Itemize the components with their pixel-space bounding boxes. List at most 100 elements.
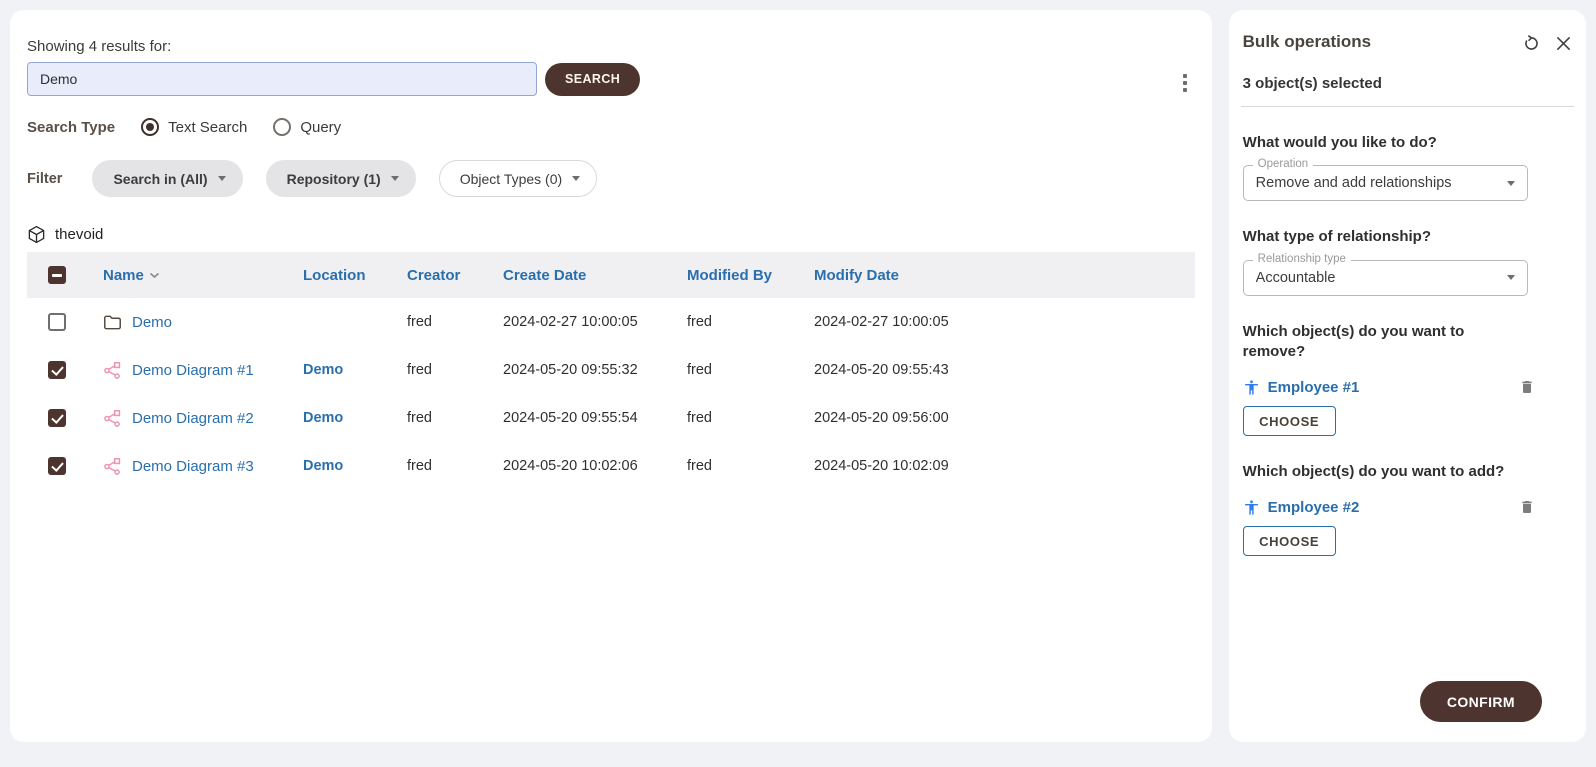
create-date-cell: 2024-05-20 09:55:54 <box>503 410 687 426</box>
search-type-label: Search Type <box>27 119 115 136</box>
radio-unselected-icon <box>273 118 291 136</box>
filter-label: Filter <box>27 171 62 187</box>
search-results-panel: Showing 4 results for: SEARCH Search Typ… <box>10 10 1212 742</box>
table-row: Demo fred 2024-02-27 10:00:05 fred 2024-… <box>27 298 1195 346</box>
choose-remove-button[interactable]: CHOOSE <box>1243 406 1336 436</box>
creator-cell: fred <box>407 410 503 426</box>
operation-select-label: Operation <box>1253 158 1314 172</box>
search-type-row: Search Type Text Search Query <box>27 118 1195 136</box>
diagram-icon <box>103 457 122 476</box>
radio-query-label: Query <box>300 119 341 136</box>
panel-title: Bulk operations <box>1243 32 1371 52</box>
radio-selected-icon <box>141 118 159 136</box>
choose-add-button[interactable]: CHOOSE <box>1243 526 1336 556</box>
result-link[interactable]: Demo <box>132 314 172 331</box>
reset-icon[interactable] <box>1522 34 1541 53</box>
location-link[interactable]: Demo <box>303 410 407 426</box>
result-link[interactable]: Demo Diagram #3 <box>132 458 254 475</box>
page: Showing 4 results for: SEARCH Search Typ… <box>0 0 1596 752</box>
radio-text-search-label: Text Search <box>168 119 247 136</box>
remove-object-link[interactable]: Employee #1 <box>1268 379 1360 396</box>
modified-by-cell: fred <box>687 458 814 474</box>
column-header-modify-date[interactable]: Modify Date <box>814 267 1000 284</box>
column-header-creator[interactable]: Creator <box>407 267 503 284</box>
modified-by-cell: fred <box>687 410 814 426</box>
relationship-select-label: Relationship type <box>1253 253 1351 267</box>
operation-select[interactable]: Operation Remove and add relationships <box>1243 165 1528 201</box>
person-icon <box>1243 499 1260 516</box>
create-date-cell: 2024-05-20 10:02:06 <box>503 458 687 474</box>
modified-by-cell: fred <box>687 362 814 378</box>
filter-repository[interactable]: Repository (1) <box>266 160 416 197</box>
person-icon <box>1243 379 1260 396</box>
filter-search-in-label: Search in (All) <box>113 171 207 187</box>
radio-text-search[interactable]: Text Search <box>141 118 247 136</box>
relationship-type-select[interactable]: Relationship type Accountable <box>1243 260 1528 296</box>
select-all-checkbox[interactable] <box>48 266 66 284</box>
filter-repository-label: Repository (1) <box>287 171 381 187</box>
chevron-down-icon <box>572 176 580 181</box>
location-link[interactable]: Demo <box>303 458 407 474</box>
cube-icon <box>27 225 46 244</box>
operation-question: What would you like to do? <box>1243 133 1572 153</box>
column-header-location[interactable]: Location <box>303 267 407 284</box>
sort-chevron-icon <box>149 272 160 279</box>
result-link[interactable]: Demo Diagram #2 <box>132 410 254 427</box>
results-count-label: Showing 4 results for: <box>27 38 1195 55</box>
create-date-cell: 2024-05-20 09:55:32 <box>503 362 687 378</box>
filter-row: Filter Search in (All) Repository (1) Ob… <box>27 160 1195 197</box>
folder-icon <box>103 314 122 331</box>
column-header-name[interactable]: Name <box>103 267 303 284</box>
modify-date-cell: 2024-05-20 09:56:00 <box>814 410 1000 426</box>
repository-name: thevoid <box>55 226 103 243</box>
row-checkbox[interactable] <box>48 409 66 427</box>
column-header-modified-by[interactable]: Modified By <box>687 267 814 284</box>
create-date-cell: 2024-02-27 10:00:05 <box>503 314 687 330</box>
modify-date-cell: 2024-05-20 09:55:43 <box>814 362 1000 378</box>
trash-icon[interactable] <box>1519 498 1535 516</box>
repository-header: thevoid <box>27 225 1195 244</box>
chevron-down-icon <box>391 176 399 181</box>
panel-header: Bulk operations <box>1243 32 1572 53</box>
modify-date-cell: 2024-05-20 10:02:09 <box>814 458 1000 474</box>
filter-search-in[interactable]: Search in (All) <box>92 160 242 197</box>
table-row: Demo Diagram #3 Demo fred 2024-05-20 10:… <box>27 442 1195 490</box>
more-options-icon[interactable] <box>1176 72 1194 94</box>
filter-object-types-label: Object Types (0) <box>460 171 562 187</box>
modified-by-cell: fred <box>687 314 814 330</box>
chevron-down-icon <box>218 176 226 181</box>
table-row: Demo Diagram #2 Demo fred 2024-05-20 09:… <box>27 394 1195 442</box>
chevron-down-icon <box>1507 275 1515 280</box>
operation-select-value: Remove and add relationships <box>1256 175 1497 191</box>
trash-icon[interactable] <box>1519 378 1535 396</box>
bulk-operations-panel: Bulk operations 3 object(s) selected Wha… <box>1229 10 1586 742</box>
chevron-down-icon <box>1507 181 1515 186</box>
relationship-select-value: Accountable <box>1256 270 1497 286</box>
radio-query[interactable]: Query <box>273 118 341 136</box>
creator-cell: fred <box>407 362 503 378</box>
search-bar: SEARCH <box>27 62 1195 96</box>
diagram-icon <box>103 409 122 428</box>
add-question: Which object(s) do you want to add? <box>1243 462 1572 482</box>
row-checkbox[interactable] <box>48 361 66 379</box>
confirm-button[interactable]: CONFIRM <box>1420 681 1542 722</box>
search-button[interactable]: SEARCH <box>545 63 640 96</box>
table-row: Demo Diagram #1 Demo fred 2024-05-20 09:… <box>27 346 1195 394</box>
relationship-question: What type of relationship? <box>1243 227 1572 247</box>
table-header: Name Location Creator Create Date Modifi… <box>27 252 1195 298</box>
creator-cell: fred <box>407 458 503 474</box>
filter-object-types[interactable]: Object Types (0) <box>439 160 597 197</box>
column-header-create-date[interactable]: Create Date <box>503 267 687 284</box>
close-icon[interactable] <box>1555 35 1572 52</box>
row-checkbox[interactable] <box>48 457 66 475</box>
modify-date-cell: 2024-02-27 10:00:05 <box>814 314 1000 330</box>
result-link[interactable]: Demo Diagram #1 <box>132 362 254 379</box>
selected-count: 3 object(s) selected <box>1243 75 1572 92</box>
diagram-icon <box>103 361 122 380</box>
creator-cell: fred <box>407 314 503 330</box>
search-input[interactable] <box>27 62 537 96</box>
row-checkbox[interactable] <box>48 313 66 331</box>
add-object-link[interactable]: Employee #2 <box>1268 499 1360 516</box>
location-link[interactable]: Demo <box>303 362 407 378</box>
add-object-row: Employee #2 <box>1243 498 1535 516</box>
